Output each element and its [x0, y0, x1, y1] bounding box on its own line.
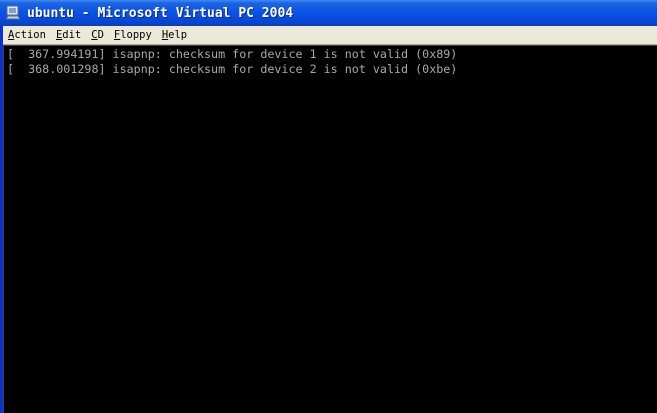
menu-bar: Action Edit CD Floppy Help: [3, 26, 657, 45]
menu-floppy-label: loppy: [120, 29, 152, 41]
menu-cd[interactable]: CD: [86, 29, 109, 41]
menu-help[interactable]: Help: [157, 29, 192, 41]
title-bar[interactable]: ubuntu - Microsoft Virtual PC 2004: [0, 0, 657, 26]
menu-floppy[interactable]: Floppy: [109, 29, 157, 41]
menu-edit[interactable]: Edit: [51, 29, 86, 41]
menu-help-label: elp: [168, 29, 188, 41]
menu-edit-label: dit: [62, 29, 82, 41]
menu-cd-label: D: [97, 29, 104, 41]
virtual-pc-icon[interactable]: [5, 5, 21, 21]
menu-action[interactable]: Action: [3, 29, 51, 41]
console-line: [ 368.001298] isapnp: checksum for devic…: [7, 62, 458, 76]
vm-console-screen[interactable]: [ 367.994191] isapnp: checksum for devic…: [3, 45, 657, 413]
window-title: ubuntu - Microsoft Virtual PC 2004: [27, 5, 294, 21]
menu-action-label: ction: [14, 29, 46, 41]
console-line: [ 367.994191] isapnp: checksum for devic…: [7, 47, 458, 61]
virtual-pc-window: ubuntu - Microsoft Virtual PC 2004 Actio…: [0, 0, 657, 413]
